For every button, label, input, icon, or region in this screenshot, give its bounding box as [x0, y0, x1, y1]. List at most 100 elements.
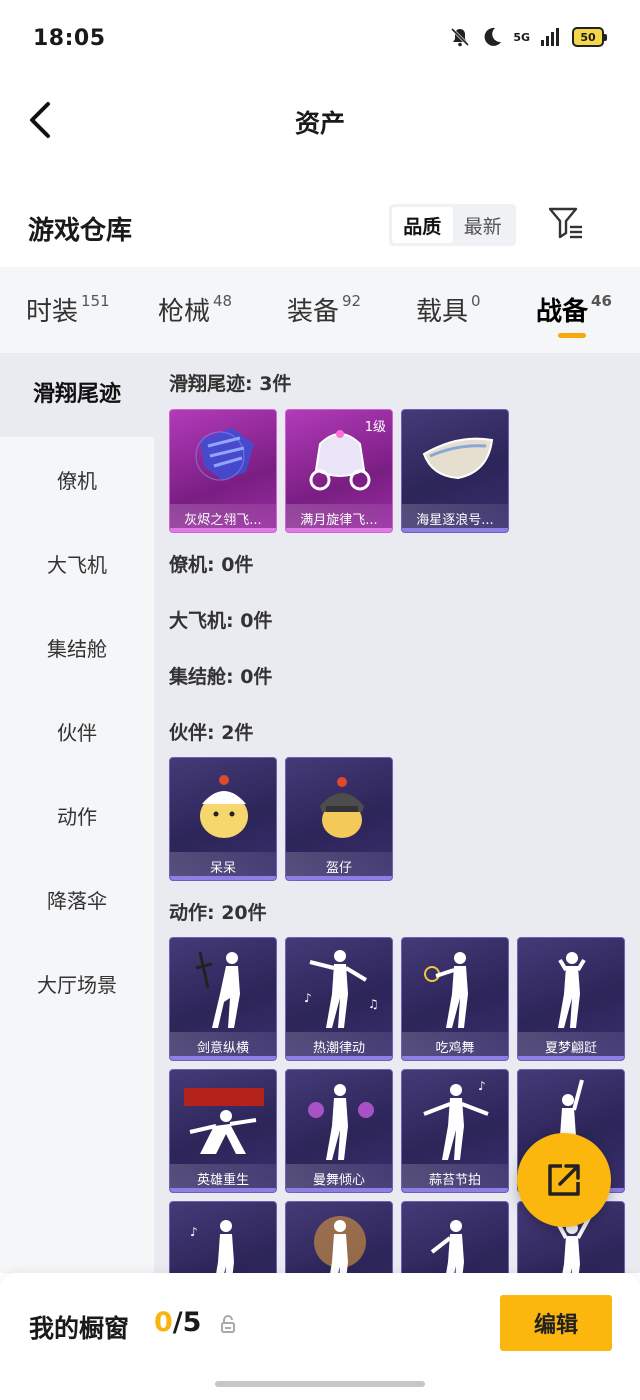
tab-equipment[interactable]: 装备 92	[287, 291, 361, 328]
network-type: 5G	[513, 30, 530, 44]
boat-icon	[422, 437, 494, 480]
category-tabs: 时装 151 枪械 48 装备 92 载具 0 战备 46	[0, 267, 640, 353]
helmet-chick-icon	[320, 777, 364, 838]
dancer-icon	[424, 952, 468, 1028]
battery-icon: 50	[572, 27, 607, 47]
quality-strip	[170, 876, 276, 880]
chick-icon	[200, 775, 248, 838]
quality-strip	[286, 528, 392, 532]
item-card[interactable]: 1级 满月旋律飞...	[285, 409, 393, 533]
quality-strip	[170, 1188, 276, 1192]
page-title: 资产	[294, 109, 345, 138]
moon-icon	[484, 27, 502, 46]
item-card[interactable]: 剑意纵横	[169, 937, 277, 1061]
quality-strip	[286, 876, 392, 880]
item-card[interactable]: ♪	[169, 1201, 277, 1273]
sidebar-item-lobby-scene[interactable]: 大厅场景	[0, 969, 154, 998]
sidebar-item-glide-trail[interactable]: 滑翔尾迹	[0, 353, 154, 437]
quality-strip	[518, 1056, 624, 1060]
share-button[interactable]	[517, 1133, 611, 1227]
tab-battle-gear[interactable]: 战备 46	[536, 291, 612, 338]
showcase-count: 0/5	[154, 1307, 201, 1338]
tab-fashion[interactable]: 时装 151	[26, 291, 110, 328]
warehouse-header: 游戏仓库 品质 最新	[0, 196, 640, 260]
status-icons: 5G 50	[449, 26, 607, 48]
sort-toggle: 品质 最新	[389, 204, 516, 246]
item-card[interactable]: ♪ ♫ 热潮律动	[285, 937, 393, 1061]
showcase-total: /5	[172, 1307, 202, 1338]
section-title-glide-trail: 滑翔尾迹: 3件	[169, 373, 292, 395]
quality-strip	[286, 1056, 392, 1060]
dancer-icon	[308, 1084, 374, 1160]
tab-label: 战备	[536, 297, 589, 327]
dancer-icon: ♪	[423, 1079, 489, 1160]
quality-strip	[286, 1188, 392, 1192]
sidebar-item-wingman[interactable]: 僚机	[0, 465, 154, 494]
item-card[interactable]: 英雄重生	[169, 1069, 277, 1193]
sidebar-item-parachute[interactable]: 降落伞	[0, 885, 154, 914]
tab-count: 46	[591, 292, 612, 310]
svg-text:♪: ♪	[190, 1225, 198, 1239]
active-tab-indicator	[558, 333, 586, 338]
item-card[interactable]: ♪ 蒜苔节拍	[401, 1069, 509, 1193]
item-card[interactable]	[285, 1201, 393, 1273]
share-export-icon	[548, 1164, 580, 1196]
dancer-icon	[558, 952, 586, 1028]
lock-icon	[221, 1315, 235, 1333]
sort-newest-button[interactable]: 最新	[453, 207, 514, 243]
edit-button[interactable]: 编辑	[500, 1295, 612, 1351]
home-indicator[interactable]	[215, 1381, 425, 1387]
sort-quality-button[interactable]: 品质	[392, 207, 453, 243]
quality-strip	[402, 528, 508, 532]
showcase-label: 我的橱窗	[29, 1314, 130, 1343]
item-card[interactable]: 海星逐浪号...	[401, 409, 509, 533]
section-title-emote: 动作: 20件	[169, 902, 267, 924]
sidebar-item-emote[interactable]: 动作	[0, 801, 154, 830]
section-title-wingman: 僚机: 0件	[169, 554, 254, 576]
filter-icon[interactable]	[548, 206, 584, 240]
tab-label: 时装	[26, 297, 79, 327]
sidebar-item-big-plane[interactable]: 大飞机	[0, 549, 154, 578]
tab-count: 92	[342, 292, 362, 310]
item-card[interactable]	[401, 1201, 509, 1273]
svg-text:♪: ♪	[478, 1079, 486, 1093]
quality-strip	[170, 528, 276, 532]
tab-label: 装备	[287, 297, 340, 327]
tab-count: 151	[81, 292, 110, 310]
svg-text:♪: ♪	[304, 991, 312, 1005]
section-title-partner: 伙伴: 2件	[169, 722, 254, 744]
glove-trail-icon	[195, 428, 254, 481]
item-card[interactable]: 曼舞倾心	[285, 1069, 393, 1193]
item-level: 1级	[364, 420, 386, 435]
dancer-icon: ♪ ♫	[304, 950, 379, 1028]
showcase-bar: 我的橱窗 0/5 编辑	[0, 1273, 640, 1400]
status-time: 18:05	[33, 26, 106, 51]
tab-count: 48	[213, 292, 233, 310]
signal-icon	[541, 28, 559, 46]
tab-vehicles[interactable]: 载具 0	[416, 291, 481, 328]
tab-label: 枪械	[158, 297, 211, 327]
item-card[interactable]: 盔仔	[285, 757, 393, 881]
svg-text:♫: ♫	[368, 997, 379, 1011]
dancer-icon	[314, 1216, 366, 1273]
title-bar: 资产	[0, 80, 640, 164]
status-bar: 18:05 5G 50	[0, 0, 640, 80]
sidebar-item-partner[interactable]: 伙伴	[0, 717, 154, 746]
sidebar-item-assembly-pod[interactable]: 集结舱	[0, 633, 154, 662]
tab-firearms[interactable]: 枪械 48	[158, 291, 232, 328]
dancer-icon: ♪	[190, 1220, 234, 1273]
quality-strip	[402, 1056, 508, 1060]
item-card[interactable]: 呆呆	[169, 757, 277, 881]
warehouse-title: 游戏仓库	[28, 216, 133, 246]
quality-strip	[402, 1188, 508, 1192]
section-title-big-plane: 大飞机: 0件	[169, 610, 273, 632]
item-card[interactable]: 夏梦翩跹	[517, 937, 625, 1061]
sidebar: 滑翔尾迹 僚机 大飞机 集结舱 伙伴 动作 降落伞 大厅场景	[0, 353, 154, 1273]
item-card[interactable]: 吃鸡舞	[401, 937, 509, 1061]
dancer-icon	[195, 951, 240, 1028]
section-title-assembly-pod: 集结舱: 0件	[169, 666, 273, 688]
showcase-current: 0	[154, 1307, 173, 1338]
hero-pose-icon	[184, 1088, 264, 1154]
item-card[interactable]: 灰烬之翎飞...	[169, 409, 277, 533]
tab-count: 0	[471, 292, 481, 310]
